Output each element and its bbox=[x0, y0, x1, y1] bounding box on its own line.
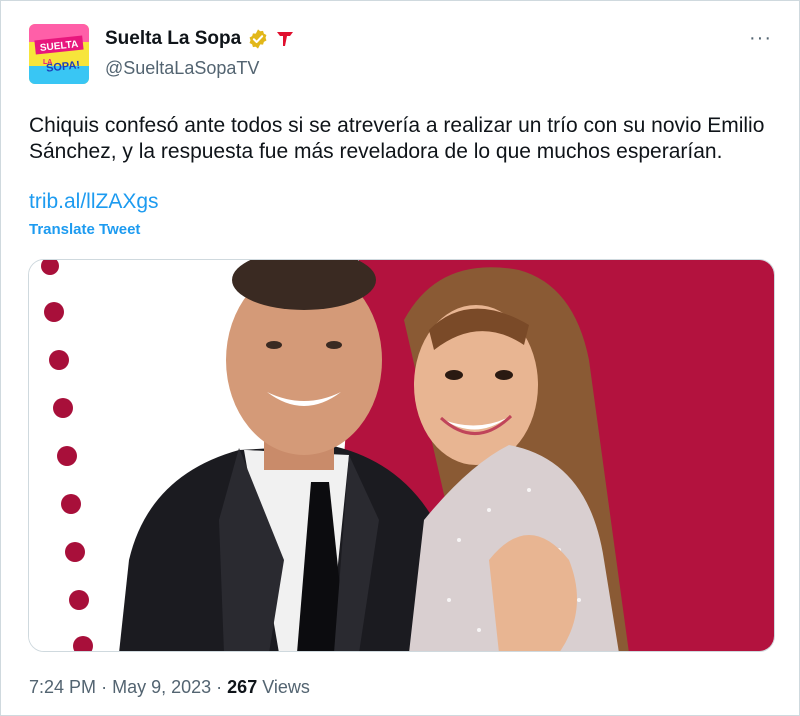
views-count: 267 bbox=[227, 677, 258, 697]
separator: · bbox=[101, 677, 108, 697]
tweet-link[interactable]: trib.al/llZAXgs bbox=[29, 190, 159, 214]
account-handle[interactable]: @SueltaLaSopaTV bbox=[105, 58, 259, 79]
avatar[interactable]: SUELTA LA SOPA! bbox=[29, 24, 89, 84]
display-name-text: Suelta La Sopa bbox=[105, 28, 242, 49]
tweet-media-image[interactable] bbox=[28, 259, 775, 652]
display-name[interactable]: Suelta La Sopa bbox=[105, 28, 295, 50]
views-label: Views bbox=[262, 677, 310, 697]
tweet-metadata: 7:24 PM · May 9, 2023 · 267 Views bbox=[29, 677, 310, 698]
verified-badge-icon bbox=[249, 29, 267, 49]
tweet-card: SUELTA LA SOPA! Suelta La Sopa @SueltaLa… bbox=[0, 0, 800, 716]
tweet-time[interactable]: 7:24 PM bbox=[29, 677, 96, 697]
tweet-text: Chiquis confesó ante todos si se atrever… bbox=[29, 114, 765, 163]
more-options-icon[interactable]: ··· bbox=[749, 28, 772, 48]
telemundo-t-icon[interactable] bbox=[275, 29, 295, 49]
tweet-date[interactable]: May 9, 2023 bbox=[112, 677, 211, 697]
separator: · bbox=[216, 677, 223, 697]
translate-tweet-button[interactable]: Translate Tweet bbox=[29, 221, 140, 238]
